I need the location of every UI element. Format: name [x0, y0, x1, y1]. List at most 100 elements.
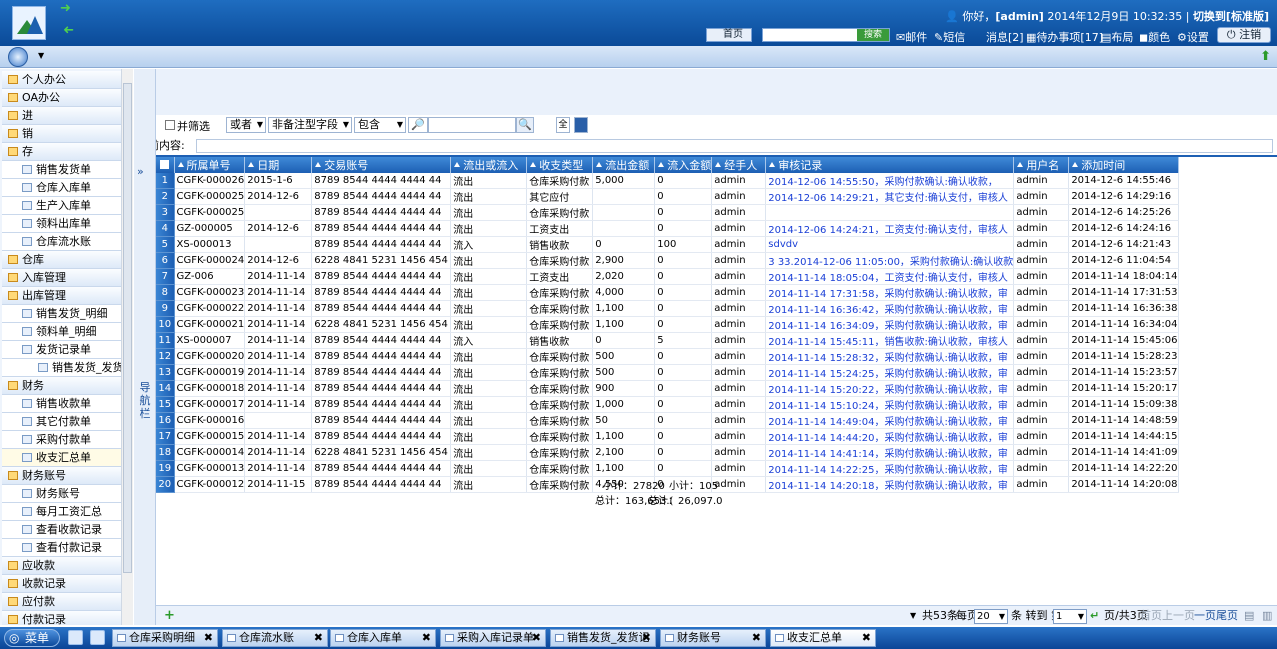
- main-menu-orb-icon[interactable]: [8, 47, 28, 67]
- sidebar-item[interactable]: 付款记录: [2, 611, 121, 625]
- sidebar-item[interactable]: 发货记录单: [2, 341, 121, 359]
- last-page-link[interactable]: 尾页: [1216, 606, 1238, 626]
- first-page-link[interactable]: 首页: [1140, 606, 1162, 626]
- filter-value-input[interactable]: [428, 117, 516, 133]
- sidebar-item[interactable]: 查看付款记录: [2, 539, 121, 557]
- operator-select[interactable]: 包含 ▼: [354, 117, 406, 133]
- task-tab[interactable]: 仓库入库单 ✖: [330, 629, 436, 647]
- sidebar-item[interactable]: 采购付款单: [2, 431, 121, 449]
- row-number[interactable]: 19: [156, 460, 175, 477]
- table-row[interactable]: 13 CGFK-000019 2014-11-14 8789 8544 4444 44…: [156, 364, 1179, 381]
- row-number[interactable]: 6: [156, 252, 175, 269]
- sidebar-item[interactable]: 销售发货_明细: [2, 305, 121, 323]
- table-row[interactable]: 11 XS-000007 2014-11-14 8789 8544 4444 4444…: [156, 332, 1179, 349]
- sidebar-item[interactable]: 应付款: [2, 593, 121, 611]
- close-icon[interactable]: ✖: [204, 630, 213, 646]
- expand-icon[interactable]: »: [137, 165, 144, 178]
- column-header[interactable]: 日期: [244, 157, 313, 173]
- row-number[interactable]: 16: [156, 412, 175, 429]
- column-header[interactable]: 流出金额: [592, 157, 656, 173]
- sidebar-item[interactable]: 入库管理: [2, 269, 121, 287]
- mail-link[interactable]: ✉邮件: [896, 29, 927, 45]
- row-number[interactable]: 17: [156, 428, 175, 445]
- row-number[interactable]: 15: [156, 396, 175, 413]
- table-row[interactable]: 19 CGFK-000013 2014-11-14 8789 8544 4444 44…: [156, 460, 1179, 477]
- row-number[interactable]: 4: [156, 220, 175, 237]
- save-icon[interactable]: [574, 117, 588, 133]
- sidebar-item[interactable]: 查看收款记录: [2, 521, 121, 539]
- export-icon[interactable]: ▥: [1262, 606, 1272, 626]
- close-icon[interactable]: ✖: [532, 630, 541, 646]
- sidebar-item[interactable]: 销售发货单: [2, 161, 121, 179]
- chevron-down-icon[interactable]: ▼: [38, 51, 44, 60]
- row-number[interactable]: 7: [156, 268, 175, 285]
- window-list-icon[interactable]: [90, 630, 105, 645]
- forward-arrow-icon[interactable]: ➜: [60, 2, 74, 15]
- start-menu-button[interactable]: ◎ 菜单: [4, 629, 60, 647]
- select-all-header[interactable]: [156, 157, 175, 173]
- per-page-select[interactable]: 20 ▼: [974, 609, 1008, 624]
- column-header[interactable]: 审核记录: [765, 157, 1015, 173]
- sidebar-item[interactable]: 财务账号: [2, 467, 121, 485]
- close-icon[interactable]: ✖: [642, 630, 651, 646]
- layout-link[interactable]: ▤布局: [1101, 29, 1133, 45]
- sidebar-item[interactable]: 财务账号: [2, 485, 121, 503]
- search-go-button[interactable]: 搜索: [857, 29, 889, 41]
- sidebar-item[interactable]: 进: [2, 107, 121, 125]
- column-header[interactable]: 添加时间: [1068, 157, 1179, 173]
- sidebar-item[interactable]: 出库管理: [2, 287, 121, 305]
- logout-button[interactable]: ⏻ 注销: [1217, 27, 1271, 43]
- task-tab[interactable]: 仓库采购明细 ✖: [112, 629, 218, 647]
- table-row[interactable]: 12 CGFK-000020 2014-11-14 8789 8544 4444 44…: [156, 348, 1179, 365]
- table-row[interactable]: 4 GZ-000005 2014-12-6 8789 8544 4444 4444 4…: [156, 220, 1179, 237]
- sidebar-item[interactable]: 领料单_明细: [2, 323, 121, 341]
- sidebar-item[interactable]: 每月工资汇总: [2, 503, 121, 521]
- close-icon[interactable]: ✖: [752, 630, 761, 646]
- logic-select[interactable]: 或者 ▼: [226, 117, 266, 133]
- column-header[interactable]: 用户名: [1013, 157, 1070, 173]
- row-number[interactable]: 20: [156, 476, 175, 493]
- close-icon[interactable]: ✖: [314, 630, 323, 646]
- sidebar-item[interactable]: 收款记录: [2, 575, 121, 593]
- nav-panel-tab[interactable]: » 导航栏: [134, 69, 156, 625]
- table-row[interactable]: 7 GZ-006 2014-11-14 8789 8544 4444 4444 44 流…: [156, 268, 1179, 285]
- todo-link[interactable]: ▦待办事项[17]: [1026, 29, 1103, 45]
- go-page-icon[interactable]: ↵: [1090, 606, 1099, 626]
- close-icon[interactable]: ✖: [862, 630, 871, 646]
- messages-link[interactable]: 消息[2]: [986, 29, 1024, 45]
- prev-page-link[interactable]: 上一页: [1162, 606, 1195, 626]
- sidebar-item[interactable]: 仓库入库单: [2, 179, 121, 197]
- column-header[interactable]: 经手人: [711, 157, 767, 173]
- row-number[interactable]: 10: [156, 316, 175, 333]
- row-number[interactable]: 12: [156, 348, 175, 365]
- sidebar-item[interactable]: 仓库流水账: [2, 233, 121, 251]
- table-row[interactable]: 3 CGFK-000025 8789 8544 4444 4444 44 流出 仓库采购…: [156, 204, 1179, 221]
- add-row-button[interactable]: +: [164, 606, 175, 626]
- row-number[interactable]: 11: [156, 332, 175, 349]
- sidebar-item[interactable]: 销售发货_发货记: [2, 359, 121, 377]
- desktop-icon[interactable]: [68, 630, 83, 645]
- sidebar-item[interactable]: 销: [2, 125, 121, 143]
- table-row[interactable]: 18 CGFK-000014 2014-11-14 6228 4841 5231 14…: [156, 444, 1179, 461]
- task-tab[interactable]: 财务账号 ✖: [660, 629, 766, 647]
- table-row[interactable]: 5 XS-000013 8789 8544 4444 4444 44 流入 销售收款 0 1…: [156, 236, 1179, 253]
- up-arrow-icon[interactable]: ⬆: [1260, 49, 1271, 64]
- settings-link[interactable]: ⚙设置: [1177, 29, 1209, 45]
- table-row[interactable]: 1 CGFK-000026 2015-1-6 8789 8544 4444 4444 …: [156, 173, 1179, 189]
- sidebar-item[interactable]: 仓库: [2, 251, 121, 269]
- row-number[interactable]: 14: [156, 380, 175, 397]
- table-row[interactable]: 8 CGFK-000023 2014-11-14 8789 8544 4444 444…: [156, 284, 1179, 301]
- row-number[interactable]: 5: [156, 236, 175, 253]
- table-row[interactable]: 2 CGFK-000025 2014-12-6 8789 8544 4444 4444…: [156, 188, 1179, 205]
- table-row[interactable]: 17 CGFK-000015 2014-11-14 8789 8544 4444 44…: [156, 428, 1179, 445]
- column-header[interactable]: 交易账号: [311, 157, 452, 173]
- sidebar-item[interactable]: 个人办公: [2, 71, 121, 89]
- page-select[interactable]: 1 ▼: [1053, 609, 1087, 624]
- field-select[interactable]: 非备注型字段 ▼: [268, 117, 352, 133]
- table-row[interactable]: 14 CGFK-000018 2014-11-14 8789 8544 4444 44…: [156, 380, 1179, 397]
- sidebar-item[interactable]: 收支汇总单: [2, 449, 121, 467]
- sidebar-item[interactable]: 领料出库单: [2, 215, 121, 233]
- table-row[interactable]: 6 CGFK-000024 2014-12-6 6228 4841 5231 1456…: [156, 252, 1179, 269]
- column-header[interactable]: 流出或流入: [450, 157, 528, 173]
- sidebar-item[interactable]: 生产入库单: [2, 197, 121, 215]
